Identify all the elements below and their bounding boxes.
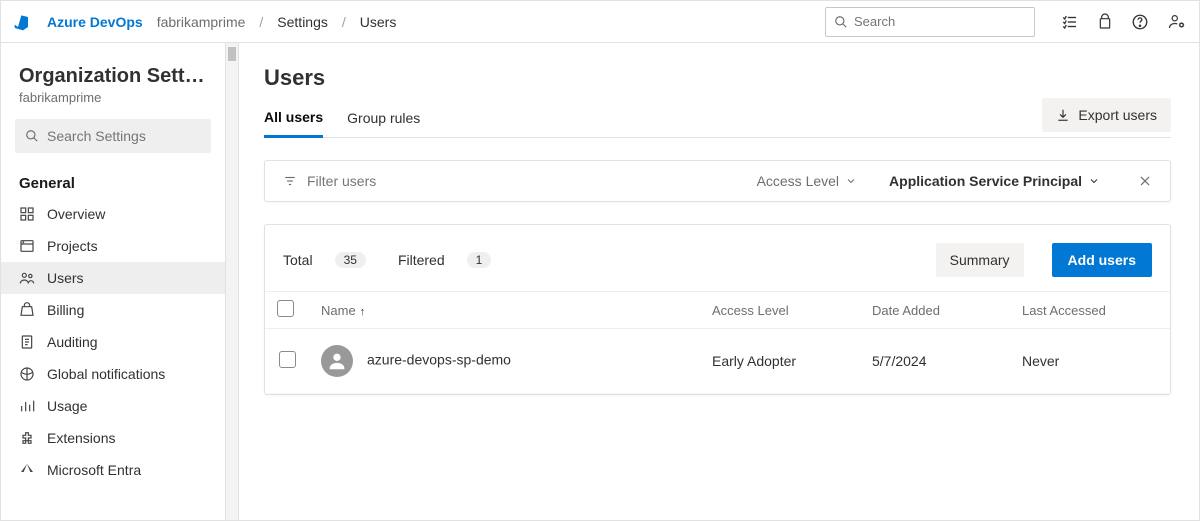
sidebar-item-label: Microsoft Entra: [47, 462, 141, 478]
sidebar-search-input[interactable]: [47, 128, 201, 144]
breadcrumb-sep: /: [259, 14, 263, 30]
sidebar-item-label: Billing: [47, 302, 84, 318]
export-users-button[interactable]: Export users: [1042, 98, 1171, 132]
projects-icon: [19, 238, 35, 254]
sidebar-item-usage[interactable]: Usage: [1, 390, 225, 422]
filtered-count: 1: [467, 252, 492, 268]
filter-users-input[interactable]: [307, 173, 507, 189]
user-settings-icon[interactable]: [1167, 13, 1187, 31]
sidebar-item-extensions[interactable]: Extensions: [1, 422, 225, 454]
entra-icon: [19, 462, 35, 478]
column-header-name[interactable]: Name↑: [309, 292, 700, 329]
overview-icon: [19, 206, 35, 222]
work-items-icon[interactable]: [1061, 13, 1079, 31]
sidebar-item-microsoft-entra[interactable]: Microsoft Entra: [1, 454, 225, 486]
user-last-accessed: Never: [1010, 329, 1170, 394]
add-users-button[interactable]: Add users: [1052, 243, 1152, 277]
total-label: Total: [283, 252, 313, 268]
avatar: [321, 345, 353, 377]
brand-label[interactable]: Azure DevOps: [47, 14, 143, 30]
sidebar: Organization Settin… fabrikamprime Gener…: [1, 43, 226, 520]
main-content: Users All users Group rules Export users…: [226, 43, 1199, 520]
search-icon: [834, 15, 848, 29]
azure-devops-logo-icon: [13, 12, 33, 32]
notifications-icon: [19, 366, 35, 382]
help-icon[interactable]: [1131, 13, 1149, 31]
sidebar-item-label: Projects: [47, 238, 98, 254]
column-header-access[interactable]: Access Level: [700, 292, 860, 329]
filter-access-level-label: Access Level: [757, 173, 839, 189]
sidebar-item-label: Overview: [47, 206, 105, 222]
filter-access-level-dropdown[interactable]: Access Level: [757, 173, 857, 189]
filter-active-value[interactable]: Application Service Principal: [889, 173, 1100, 189]
sidebar-subtitle: fabrikamprime: [1, 90, 225, 119]
sidebar-item-auditing[interactable]: Auditing: [1, 326, 225, 358]
filtered-label: Filtered: [398, 252, 445, 268]
sidebar-item-overview[interactable]: Overview: [1, 198, 225, 230]
user-access-level: Early Adopter: [700, 329, 860, 394]
user-name: azure-devops-sp-demo: [367, 352, 511, 368]
global-search-input[interactable]: [854, 14, 1026, 29]
sidebar-title: Organization Settin…: [1, 43, 225, 90]
page-title: Users: [264, 65, 1171, 91]
usage-icon: [19, 398, 35, 414]
search-icon: [25, 129, 39, 143]
clear-filters-button[interactable]: [1138, 174, 1152, 188]
breadcrumb-org[interactable]: fabrikamprime: [157, 14, 246, 30]
billing-icon: [19, 302, 35, 318]
column-header-last[interactable]: Last Accessed: [1010, 292, 1170, 329]
filter-bar: Access Level Application Service Princip…: [264, 160, 1171, 202]
sort-asc-icon: ↑: [360, 306, 366, 318]
column-header-added[interactable]: Date Added: [860, 292, 1010, 329]
sidebar-item-users[interactable]: Users: [1, 262, 225, 294]
summary-button[interactable]: Summary: [936, 243, 1024, 277]
topbar: Azure DevOps fabrikamprime / Settings / …: [1, 1, 1199, 43]
sidebar-scrollbar[interactable]: [225, 43, 239, 520]
sidebar-search[interactable]: [15, 119, 211, 153]
user-date-added: 5/7/2024: [860, 329, 1010, 394]
filter-icon: [283, 174, 297, 188]
marketplace-icon[interactable]: [1097, 13, 1113, 31]
tab-group-rules[interactable]: Group rules: [347, 102, 420, 136]
breadcrumb-users[interactable]: Users: [360, 14, 397, 30]
users-icon: [19, 270, 35, 286]
global-search[interactable]: [825, 7, 1035, 37]
sidebar-section-general: General: [1, 167, 225, 198]
export-users-label: Export users: [1078, 107, 1157, 123]
filter-active-value-label: Application Service Principal: [889, 173, 1082, 189]
chevron-down-icon: [1088, 175, 1100, 187]
sidebar-item-label: Users: [47, 270, 84, 286]
auditing-icon: [19, 334, 35, 350]
total-count: 35: [335, 252, 366, 268]
users-table-card: Total 35 Filtered 1 Summary Add users Na…: [264, 224, 1171, 395]
download-icon: [1056, 108, 1070, 122]
table-row[interactable]: azure-devops-sp-demo Early Adopter 5/7/2…: [265, 329, 1170, 394]
sidebar-item-label: Auditing: [47, 334, 98, 350]
users-table: Name↑ Access Level Date Added Last Acces…: [265, 291, 1170, 394]
sidebar-item-label: Extensions: [47, 430, 115, 446]
breadcrumb-sep: /: [342, 14, 346, 30]
sidebar-item-projects[interactable]: Projects: [1, 230, 225, 262]
breadcrumb-settings[interactable]: Settings: [277, 14, 328, 30]
sidebar-item-label: Usage: [47, 398, 87, 414]
tab-all-users[interactable]: All users: [264, 101, 323, 138]
topbar-actions: [1061, 13, 1187, 31]
extensions-icon: [19, 430, 35, 446]
select-all-checkbox[interactable]: [277, 300, 294, 317]
tabs: All users Group rules Export users: [264, 101, 1171, 138]
sidebar-item-label: Global notifications: [47, 366, 165, 382]
row-checkbox[interactable]: [279, 351, 296, 368]
sidebar-item-global-notifications[interactable]: Global notifications: [1, 358, 225, 390]
chevron-down-icon: [845, 175, 857, 187]
sidebar-item-billing[interactable]: Billing: [1, 294, 225, 326]
